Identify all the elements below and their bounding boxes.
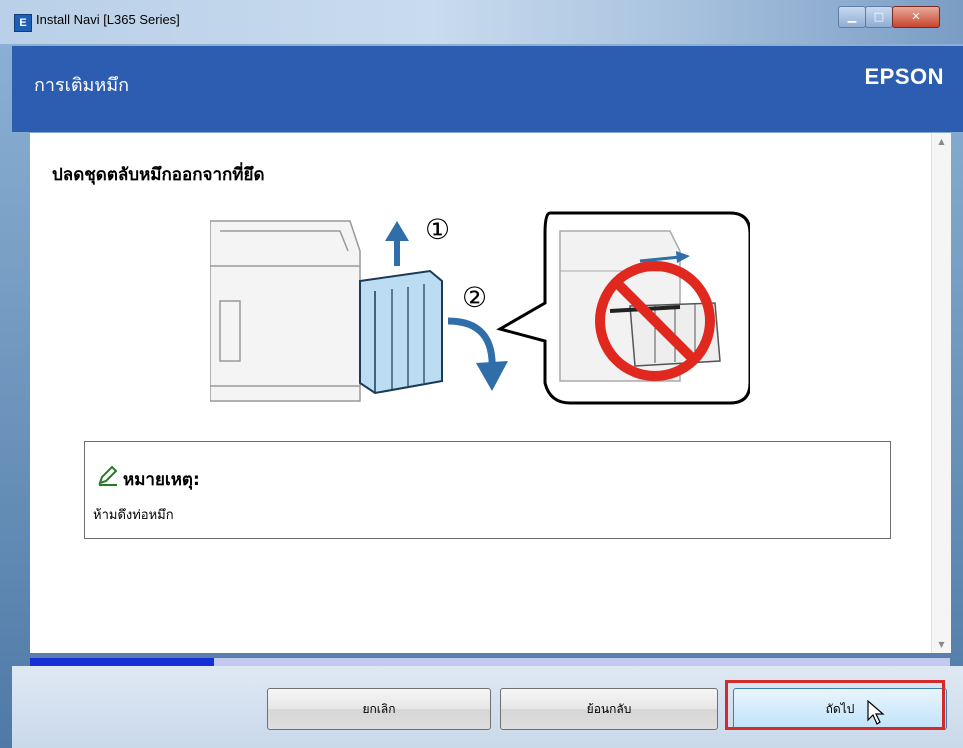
next-button[interactable]: ถัดไป (733, 688, 947, 730)
up-arrow-icon (385, 221, 409, 266)
back-button[interactable]: ย้อนกลับ (500, 688, 718, 730)
progress-fill (30, 658, 214, 666)
step-marker-2: ② (462, 281, 487, 314)
note-text: ห้ามดึงท่อหมึก (93, 508, 174, 523)
minimize-button[interactable]: ▁ (838, 6, 866, 28)
scroll-down-icon[interactable]: ▼ (932, 640, 951, 649)
maximize-icon: □ (873, 10, 885, 23)
step-heading: ปลดชุดตลับหมึกออกจากที่ยึด (52, 165, 265, 185)
scroll-up-icon[interactable]: ▲ (932, 137, 951, 146)
installer-window: E Install Navi [L365 Series] ▁ □ ✕ การเต… (0, 0, 963, 748)
note-title: หมายเหตุ: (123, 470, 200, 490)
printer-icon (210, 220, 361, 402)
window-title: Install Navi [L365 Series] (36, 12, 180, 27)
pencil-icon (98, 465, 118, 486)
epson-logo: EPSON (864, 64, 944, 89)
rotate-arrow-icon (447, 317, 508, 391)
vertical-scrollbar[interactable]: ▲ ▼ (931, 133, 951, 653)
close-button[interactable]: ✕ (892, 6, 940, 28)
progress-bar (30, 658, 950, 666)
close-icon: ✕ (911, 10, 921, 23)
page-title: การเติมหมึก (34, 75, 130, 96)
step-marker-1: ① (425, 213, 450, 246)
content-pane: ปลดชุดตลับหมึกออกจากที่ยึด ① ② หมายเหตุ:… (30, 133, 950, 653)
page-header: การเติมหมึก EPSON (12, 46, 963, 132)
maximize-button[interactable]: □ (865, 6, 893, 28)
epson-app-icon: E (14, 14, 32, 32)
ink-tank-illustration: ① ② (210, 211, 750, 405)
mouse-cursor-icon (867, 700, 885, 725)
ink-tank-icon (359, 269, 443, 395)
title-bar[interactable]: E Install Navi [L365 Series] ▁ □ ✕ (0, 0, 963, 44)
minimize-icon: ▁ (847, 10, 857, 23)
cancel-button[interactable]: ยกเลิก (267, 688, 491, 730)
note-box: หมายเหตุ: ห้ามดึงท่อหมึก (84, 441, 891, 539)
